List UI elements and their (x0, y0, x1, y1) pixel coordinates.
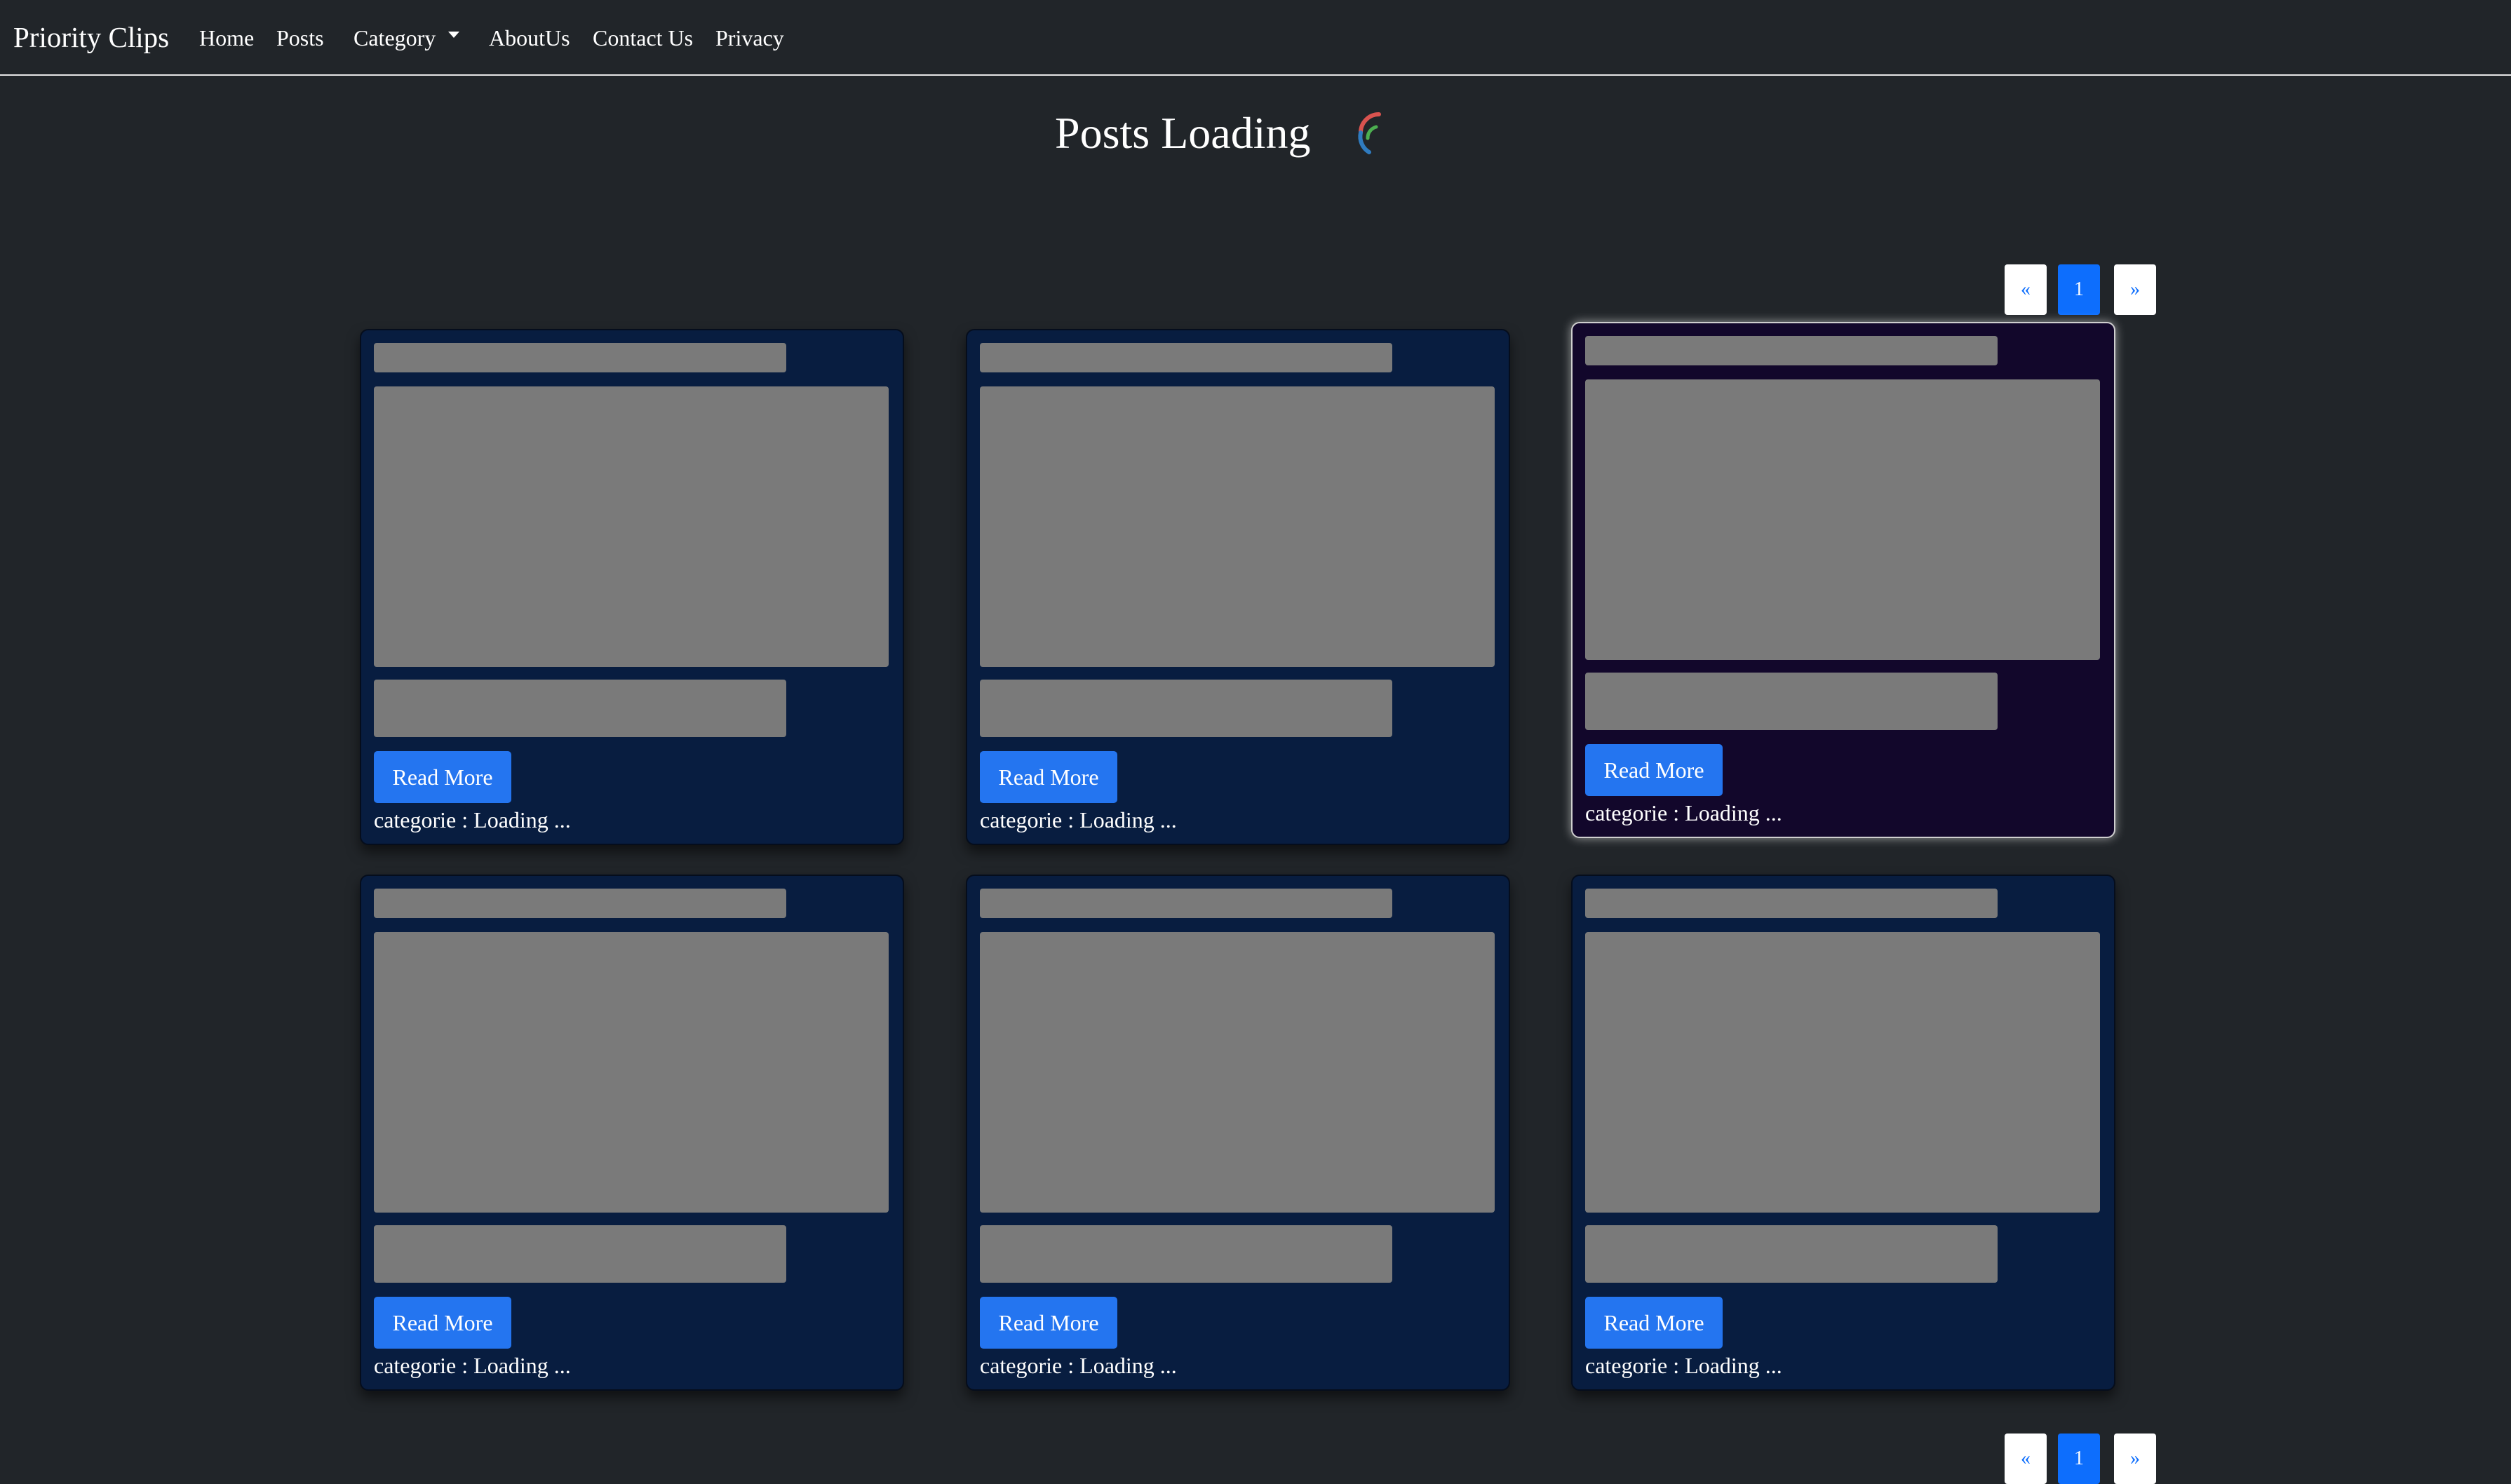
category-label: categorie : Loading ... (1585, 800, 1782, 825)
text-placeholder (980, 680, 1392, 737)
pagination-page-1-button[interactable]: 1 (2058, 264, 2100, 315)
category-label: categorie : Loading ... (980, 807, 1177, 832)
title-placeholder (1585, 336, 1998, 365)
post-card: Read More categorie : Loading ... (1571, 875, 2115, 1391)
post-card: Read More categorie : Loading ... (966, 329, 1510, 845)
loading-spinner-icon (1358, 112, 1381, 154)
image-placeholder (980, 386, 1495, 667)
brand-link[interactable]: Priority Clips (13, 19, 169, 55)
chevron-down-icon (448, 32, 459, 38)
pagination-prev-button[interactable]: « (2005, 264, 2047, 315)
navbar: Priority Clips Home Posts Category About… (0, 0, 2511, 76)
pagination-top: « 1 » (2005, 264, 2156, 315)
read-more-button[interactable]: Read More (1585, 1297, 1723, 1349)
title-placeholder (980, 343, 1392, 372)
category-label: categorie : Loading ... (1585, 1353, 1782, 1378)
image-placeholder (1585, 379, 2100, 660)
image-placeholder (980, 932, 1495, 1213)
pagination-bottom: « 1 » (2005, 1434, 2156, 1484)
image-placeholder (374, 386, 889, 667)
title-placeholder (374, 343, 786, 372)
image-placeholder (1585, 932, 2100, 1213)
pagination-next-button[interactable]: » (2114, 1434, 2156, 1484)
read-more-button[interactable]: Read More (374, 1297, 511, 1349)
title-placeholder (1585, 889, 1998, 918)
title-placeholder (980, 889, 1392, 918)
nav-category-dropdown[interactable]: Category (354, 22, 436, 53)
text-placeholder (980, 1225, 1392, 1283)
category-label: categorie : Loading ... (374, 807, 571, 832)
nav-contact-link[interactable]: Contact Us (593, 22, 693, 53)
text-placeholder (1585, 673, 1998, 730)
nav-home-link[interactable]: Home (199, 22, 254, 53)
read-more-button[interactable]: Read More (980, 1297, 1117, 1349)
post-card-hovered: Read More categorie : Loading ... (1571, 322, 2115, 838)
text-placeholder (1585, 1225, 1998, 1283)
nav-privacy-link[interactable]: Privacy (715, 22, 784, 53)
pagination-prev-button[interactable]: « (2005, 1434, 2047, 1484)
post-card: Read More categorie : Loading ... (966, 875, 1510, 1391)
read-more-button[interactable]: Read More (1585, 744, 1723, 796)
read-more-button[interactable]: Read More (374, 751, 511, 803)
post-card: Read More categorie : Loading ... (360, 875, 904, 1391)
nav-aboutus-link[interactable]: AboutUs (489, 22, 570, 53)
image-placeholder (374, 932, 889, 1213)
category-label: categorie : Loading ... (374, 1353, 571, 1378)
category-label: categorie : Loading ... (980, 1353, 1177, 1378)
text-placeholder (374, 680, 786, 737)
nav-posts-link[interactable]: Posts (276, 22, 324, 53)
read-more-button[interactable]: Read More (980, 751, 1117, 803)
pagination-page-1-button[interactable]: 1 (2058, 1434, 2100, 1484)
post-card: Read More categorie : Loading ... (360, 329, 904, 845)
title-placeholder (374, 889, 786, 918)
pagination-next-button[interactable]: » (2114, 264, 2156, 315)
text-placeholder (374, 1225, 786, 1283)
page-title: Posts Loading (1055, 108, 1311, 158)
